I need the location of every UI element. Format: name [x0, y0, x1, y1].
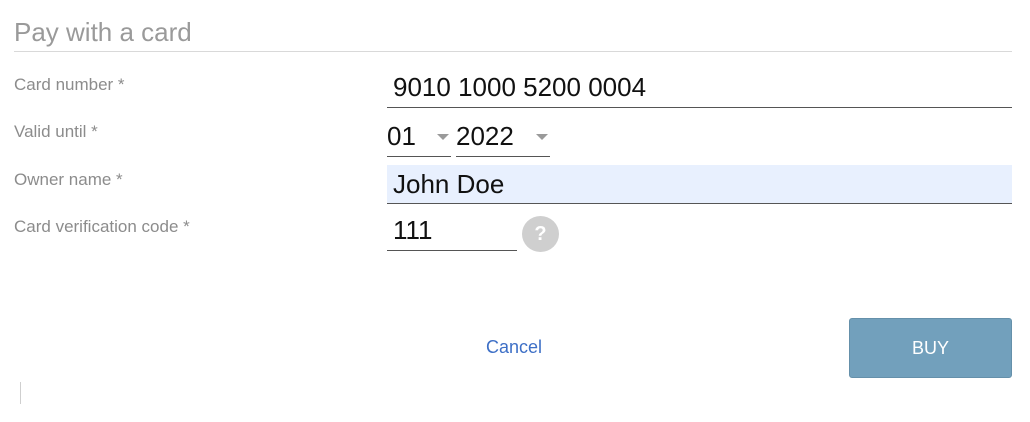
cvc-label: Card verification code * — [14, 217, 190, 236]
help-icon[interactable]: ? — [522, 216, 559, 252]
payment-form: Pay with a card Card number * Valid unti… — [0, 0, 1030, 422]
buy-button[interactable]: BUY — [849, 318, 1012, 378]
cvc-field-wrapper — [387, 211, 517, 251]
card-number-field-wrapper — [387, 68, 1012, 108]
cvc-input[interactable] — [387, 211, 517, 250]
year-select[interactable]: 2022 — [456, 116, 550, 157]
month-select[interactable]: 01 — [387, 116, 451, 157]
owner-name-field-wrapper — [387, 165, 1012, 204]
valid-until-label: Valid until * — [14, 122, 98, 141]
owner-name-label: Owner name * — [14, 170, 123, 189]
chevron-down-icon — [437, 134, 449, 140]
form-title: Pay with a card — [14, 17, 192, 47]
text-cursor — [20, 382, 21, 404]
month-value: 01 — [387, 121, 416, 151]
card-number-label: Card number * — [14, 75, 125, 94]
owner-name-input[interactable] — [387, 165, 1012, 203]
chevron-down-icon — [536, 134, 548, 140]
title-divider — [14, 51, 1012, 52]
card-number-input[interactable] — [387, 68, 1012, 107]
year-value: 2022 — [456, 121, 514, 151]
cancel-button[interactable]: Cancel — [486, 336, 542, 358]
